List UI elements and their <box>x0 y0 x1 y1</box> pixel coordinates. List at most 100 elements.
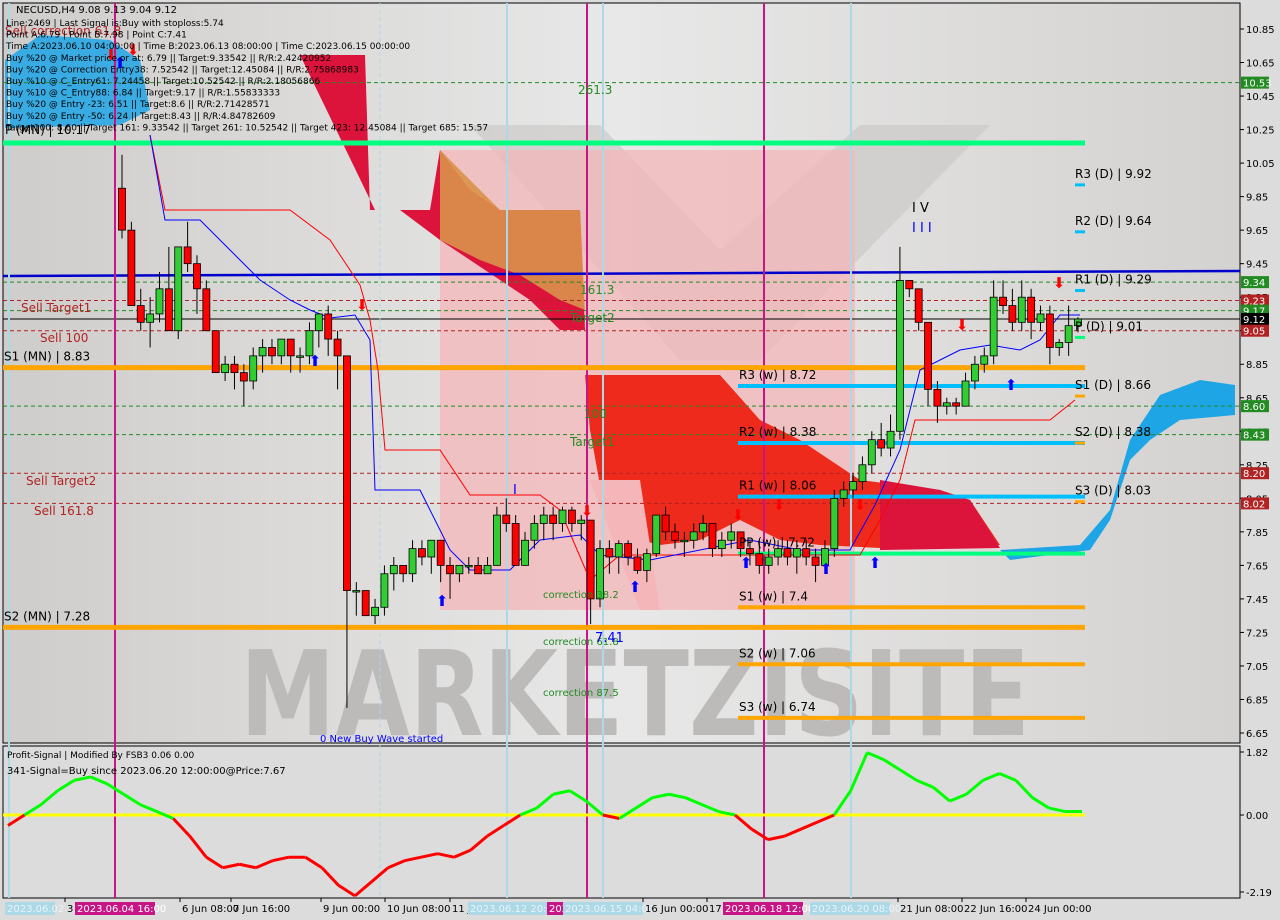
price-tick-label: 9.65 <box>1246 226 1268 237</box>
bull-candle <box>521 539 529 566</box>
indicator-tick-label: -2.19 <box>1246 888 1272 899</box>
bull-candle <box>1036 313 1045 323</box>
price-tick-label: 10.65 <box>1246 59 1275 70</box>
fib-label: Sell 100 <box>40 331 88 345</box>
bull-candle <box>389 564 398 575</box>
bear-candle <box>418 548 426 558</box>
price-tick-label: 7.45 <box>1246 595 1268 606</box>
price-badge-label: 9.12 <box>1243 315 1265 326</box>
bull-candle <box>680 539 689 543</box>
bull-candle <box>493 514 501 566</box>
bear-candle <box>136 305 145 323</box>
info-line: Buy %10 @ C_Entry61: 7.24458 || Target:1… <box>6 77 320 87</box>
bear-candle <box>708 523 717 550</box>
bear-candle <box>343 355 351 591</box>
sell-arrow-icon: ⬇ <box>854 496 867 514</box>
symbol-header: NECUSD,H4 9.08 9.13 9.04 9.12 <box>16 5 177 16</box>
bull-candle <box>1017 296 1026 323</box>
bull-candle <box>258 347 267 357</box>
bull-candle <box>717 539 726 550</box>
price-tick-label: 10.85 <box>1246 25 1275 36</box>
fib-label: 161.3 <box>580 283 614 297</box>
time-marker-label: 2023.06.04 16:00 <box>77 904 166 915</box>
bull-candle <box>408 548 417 575</box>
price-tick-label: 10.45 <box>1246 92 1275 103</box>
price-tick-label: 9.85 <box>1246 193 1268 204</box>
price-badge-label: 9.05 <box>1243 327 1265 338</box>
time-tick-label: 21 Jun 08:00 <box>900 904 964 915</box>
bear-candle <box>755 553 764 566</box>
bull-candle <box>174 246 183 332</box>
bear-candle <box>164 288 173 332</box>
bull-candle <box>858 464 867 482</box>
indicator-tick-label: 0.00 <box>1246 811 1268 822</box>
info-line: Point A:6.79 | Point B:7.98 | Point C:7.… <box>6 31 187 41</box>
bull-candle <box>886 430 895 449</box>
price-badge-label: 8.60 <box>1243 402 1265 413</box>
pivot-label: S3 (w) | 6.74 <box>739 700 816 714</box>
time-marker-label: 2023.06.18 12:00 <box>725 904 814 915</box>
price-badge-label: 10.53 <box>1243 79 1272 90</box>
bear-candle <box>118 187 126 231</box>
info-line: Buy %20 @ Correction Entry38: 7.52542 ||… <box>6 65 359 75</box>
bear-candle <box>268 347 276 357</box>
bear-candle <box>624 543 633 558</box>
bull-candle <box>896 280 904 432</box>
bear-candle <box>605 548 614 558</box>
bull-candle <box>296 355 304 358</box>
bear-candle <box>1045 313 1054 348</box>
bull-candle <box>980 355 989 365</box>
bull-candle <box>155 288 164 315</box>
bear-candle <box>202 288 211 332</box>
bear-candle <box>924 321 932 390</box>
sell-arrow-icon: ⬇ <box>581 502 594 520</box>
price-badge-label: 8.43 <box>1243 431 1265 442</box>
bull-candle <box>689 531 698 541</box>
pivot-label: S1 (w) | 7.4 <box>739 589 808 603</box>
indicator-tick-label: 1.82 <box>1246 748 1268 759</box>
sell-arrow-icon: ⬇ <box>356 296 369 314</box>
bear-candle <box>446 564 454 575</box>
bull-candle <box>867 439 876 466</box>
fib-label: 100 <box>584 407 607 421</box>
time-tick-label: 22 Jun 16:00 <box>964 904 1028 915</box>
time-marker-label: 2023.06.15 04:00 <box>565 904 654 915</box>
fib-label: Target2 <box>569 311 615 325</box>
pivot-label: R3 (D) | 9.92 <box>1075 167 1152 181</box>
bull-candle <box>1064 325 1073 343</box>
bull-candle <box>764 556 773 566</box>
time-tick-label: 9 Jun 00:00 <box>323 904 380 915</box>
price-tick-label: 6.65 <box>1246 729 1268 740</box>
bear-candle <box>567 509 576 524</box>
bear-candle <box>324 313 333 340</box>
bull-candle <box>539 514 548 524</box>
bear-candle <box>999 296 1007 306</box>
time-tick-label: 7 Jun 16:00 <box>233 904 290 915</box>
time-tick-label: 10 Jun 08:00 <box>387 904 451 915</box>
wave-count-label: I I I <box>912 221 932 236</box>
buy-arrow-icon: ⬆ <box>309 352 322 370</box>
bear-candle <box>333 338 342 357</box>
bear-candle <box>211 330 220 374</box>
bull-candle <box>455 564 464 575</box>
bear-candle <box>193 263 201 290</box>
bear-candle <box>905 280 914 290</box>
mn-pivot-label: P (MN) | 10.17 <box>5 123 91 137</box>
chart-canvas[interactable]: MARKETZISITE ⬆⬆⬆⬆ ⬆ ⬆⬆⬆⬇⬇ ⬇⬇ ⬇⬇⬇⬇ ⬇ S1 (MN) |… <box>0 0 1280 920</box>
bull-candle <box>614 543 623 558</box>
wave-count-label: I V <box>912 201 929 216</box>
pivot-label: R2 (w) | 8.38 <box>739 425 816 439</box>
bull-candle <box>483 564 492 575</box>
buy-arrow-icon: ⬆ <box>436 592 449 610</box>
wave-annotation: 0 New Buy Wave started <box>320 734 443 745</box>
bull-candle <box>989 296 998 357</box>
bear-candle <box>549 514 558 524</box>
bull-candle <box>380 573 389 608</box>
price-tick-label: 10.05 <box>1246 159 1275 170</box>
bull-candle <box>427 539 436 558</box>
bear-candle <box>877 439 886 449</box>
bull-candle <box>652 514 661 555</box>
bull-candle <box>277 338 286 357</box>
buy-arrow-icon: ⬆ <box>820 560 833 578</box>
bull-candle <box>530 523 539 541</box>
